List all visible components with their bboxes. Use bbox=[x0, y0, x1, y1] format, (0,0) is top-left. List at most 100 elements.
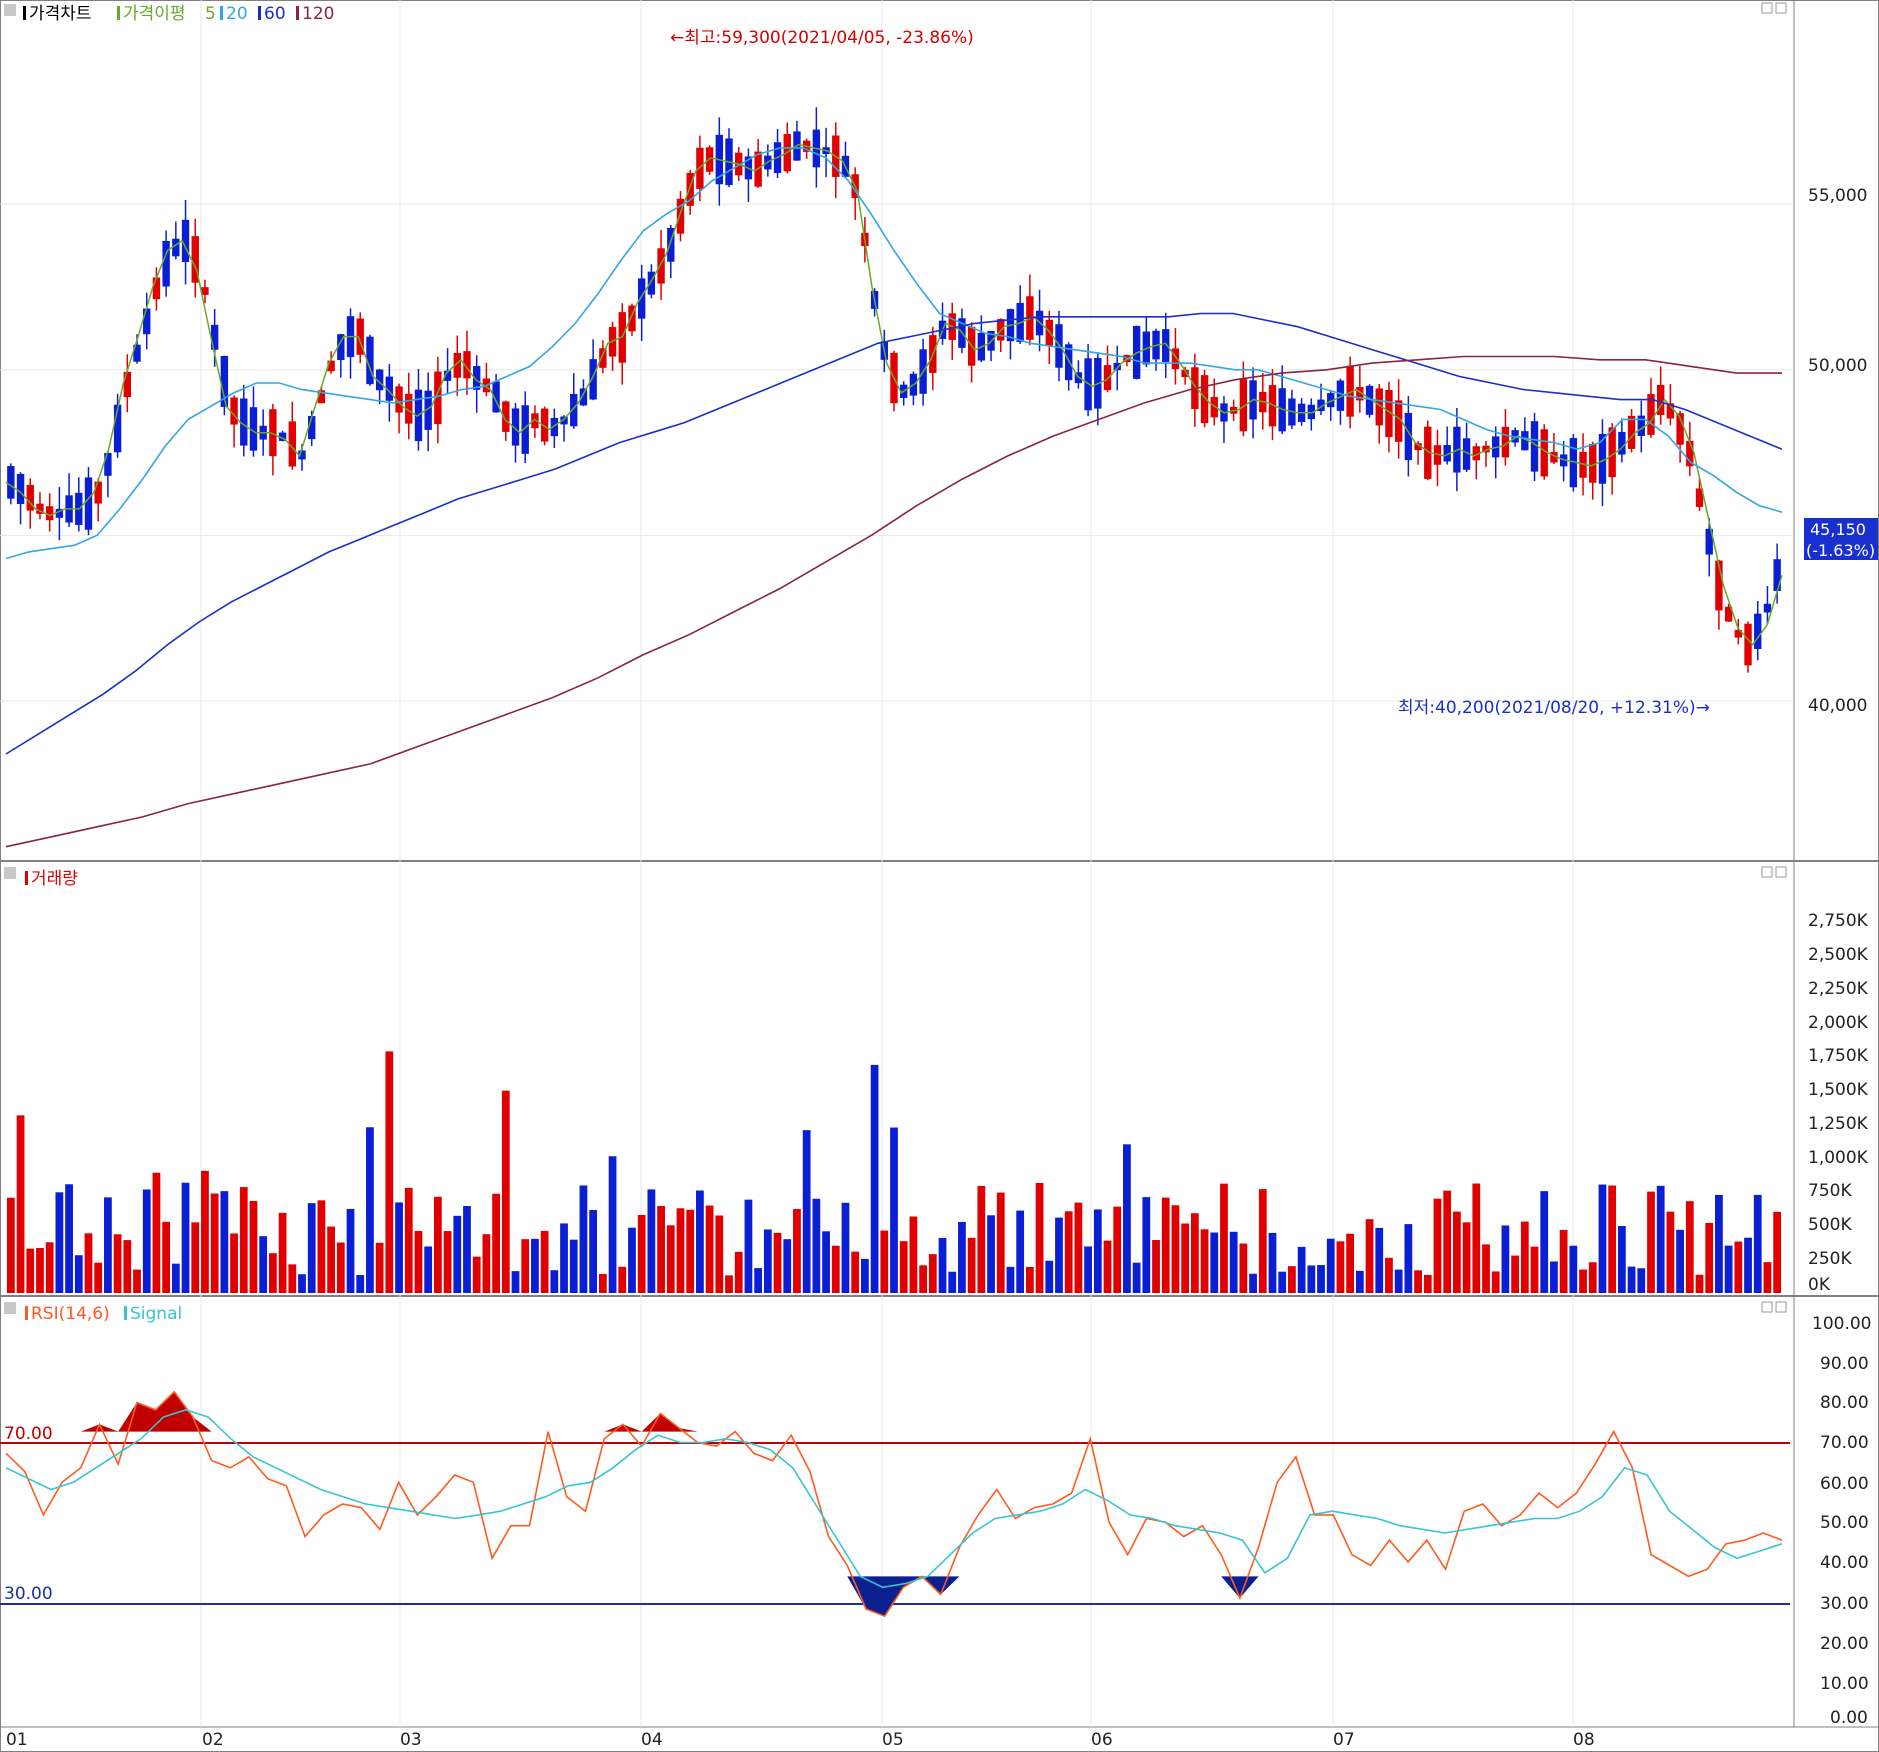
volume-bar bbox=[453, 1215, 462, 1293]
volume-bar bbox=[1530, 1246, 1539, 1293]
x-label-03: 03 bbox=[400, 1730, 422, 1750]
ma20-legend: 20 bbox=[226, 4, 248, 24]
volume-bars bbox=[6, 1051, 1782, 1293]
price-panel-window-buttons[interactable] bbox=[1761, 2, 1787, 14]
volume-legend: 거래량 bbox=[4, 867, 78, 889]
volume-bar bbox=[628, 1227, 636, 1293]
rsi-tick: 80.00 bbox=[1820, 1393, 1869, 1413]
vol-tick: 0K bbox=[1808, 1275, 1831, 1295]
volume-bar bbox=[1637, 1268, 1646, 1293]
high-annotation: ←최고:59,300(2021/04/05, -23.86%) bbox=[670, 28, 974, 48]
volume-bar bbox=[1443, 1190, 1452, 1293]
volume-bar bbox=[1229, 1231, 1238, 1293]
volume-bar bbox=[831, 1245, 840, 1293]
candle-body bbox=[579, 388, 588, 406]
volume-bar bbox=[890, 1127, 898, 1293]
candle-body bbox=[94, 481, 102, 504]
volume-bar bbox=[938, 1237, 947, 1293]
volume-bar bbox=[6, 1197, 15, 1293]
volume-bar bbox=[288, 1264, 297, 1293]
volume-bar bbox=[1666, 1211, 1675, 1293]
volume-bar bbox=[336, 1242, 345, 1293]
volume-y-axis: 2,750K 2,500K 2,250K 2,000K 1,750K 1,500… bbox=[1808, 911, 1869, 1295]
candle-body bbox=[16, 473, 25, 505]
volume-bar bbox=[1190, 1213, 1199, 1293]
x-label-06: 06 bbox=[1091, 1730, 1113, 1750]
volume-bar bbox=[317, 1200, 326, 1293]
volume-bar bbox=[1676, 1229, 1684, 1293]
candle-body bbox=[1773, 559, 1781, 592]
volume-bar bbox=[1336, 1241, 1345, 1293]
volume-bar bbox=[1249, 1273, 1257, 1293]
volume-bar bbox=[1763, 1262, 1772, 1293]
volume-bar bbox=[201, 1170, 209, 1293]
panel-frames bbox=[0, 0, 1879, 1752]
x-label-04: 04 bbox=[641, 1730, 663, 1750]
x-label-01: 01 bbox=[6, 1730, 28, 1750]
volume-bar bbox=[152, 1172, 161, 1293]
low-annotation: 최저:40,200(2021/08/20, +12.31%)→ bbox=[1398, 698, 1710, 718]
vol-tick: 250K bbox=[1808, 1249, 1852, 1269]
x-label-07: 07 bbox=[1333, 1730, 1355, 1750]
volume-bar bbox=[686, 1209, 695, 1293]
volume-bar bbox=[1520, 1221, 1529, 1293]
price-tick-55000: 55,000 bbox=[1808, 186, 1867, 206]
price-legend: 가격차트 가격이평 5 20 60 120 bbox=[4, 4, 334, 24]
candles bbox=[7, 107, 1781, 673]
volume-bar bbox=[1355, 1270, 1364, 1293]
volume-bar bbox=[181, 1182, 190, 1293]
volume-bar bbox=[1705, 1222, 1714, 1293]
volume-bar bbox=[1462, 1222, 1471, 1293]
volume-bar bbox=[822, 1231, 830, 1293]
volume-panel: 거래량 2,750K 2,500K 2,250K 2,000K 1,750K 1… bbox=[4, 866, 1869, 1295]
volume-bar bbox=[560, 1223, 568, 1293]
volume-bar bbox=[531, 1238, 539, 1293]
volume-bar bbox=[104, 1197, 112, 1293]
rsi-tick: 30.00 bbox=[1820, 1594, 1869, 1614]
volume-bar bbox=[1550, 1261, 1558, 1293]
volume-bar bbox=[589, 1209, 598, 1293]
volume-bar bbox=[1501, 1225, 1510, 1293]
volume-bar bbox=[1171, 1205, 1180, 1293]
volume-bar bbox=[1220, 1183, 1228, 1293]
candle-body bbox=[599, 348, 607, 368]
volume-bar bbox=[1579, 1269, 1587, 1293]
rsi-tick: 20.00 bbox=[1820, 1634, 1869, 1654]
volume-bar bbox=[647, 1189, 656, 1293]
candle-body bbox=[1754, 613, 1762, 650]
volume-bar bbox=[1404, 1224, 1413, 1293]
rsi-tick: 10.00 bbox=[1820, 1674, 1869, 1694]
volume-bar bbox=[1006, 1266, 1015, 1293]
volume-bar bbox=[802, 1130, 811, 1293]
volume-bar bbox=[1491, 1271, 1500, 1293]
volume-bar bbox=[1559, 1229, 1568, 1293]
volume-panel-window-buttons[interactable] bbox=[1761, 866, 1787, 878]
candle-body bbox=[162, 240, 170, 287]
candle-body bbox=[172, 238, 180, 257]
vol-tick: 2,500K bbox=[1808, 945, 1869, 965]
volume-bar bbox=[696, 1190, 704, 1293]
volume-legend-label: 거래량 bbox=[31, 869, 78, 889]
volume-bar bbox=[1773, 1211, 1782, 1293]
candle-body bbox=[1103, 365, 1112, 391]
volume-bar bbox=[812, 1198, 821, 1293]
volume-bar bbox=[511, 1271, 520, 1293]
volume-bar bbox=[433, 1196, 442, 1293]
volume-bar bbox=[1103, 1240, 1112, 1293]
signal-legend-label: Signal bbox=[130, 1304, 182, 1324]
volume-bar bbox=[1715, 1194, 1723, 1293]
volume-bar bbox=[1540, 1191, 1549, 1293]
volume-bar bbox=[55, 1192, 64, 1293]
volume-bar bbox=[1064, 1211, 1073, 1293]
vol-tick: 1,500K bbox=[1808, 1080, 1869, 1100]
volume-bar bbox=[443, 1231, 452, 1293]
volume-bar bbox=[1084, 1246, 1092, 1293]
volume-bar bbox=[1375, 1227, 1384, 1293]
rsi-panel-window-buttons[interactable] bbox=[1761, 1301, 1787, 1313]
moving-average-lines bbox=[5, 143, 1783, 848]
volume-bar bbox=[259, 1236, 268, 1293]
volume-bar bbox=[1511, 1255, 1519, 1293]
volume-bar bbox=[1588, 1262, 1597, 1293]
volume-bar bbox=[598, 1273, 607, 1293]
volume-bar bbox=[880, 1230, 889, 1293]
